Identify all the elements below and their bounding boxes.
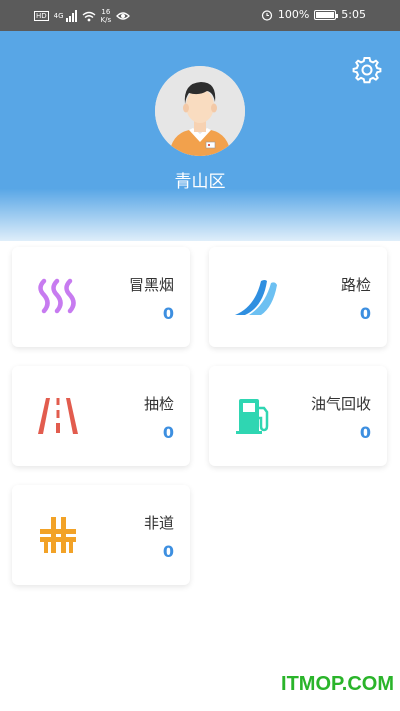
card-count: 0 xyxy=(162,542,174,561)
card-off-road[interactable]: 非道 0 xyxy=(12,485,190,585)
card-label: 抽检 xyxy=(143,395,174,413)
status-left-group: HD 4G 16 K/s xyxy=(34,8,131,24)
card-road-check[interactable]: 路检 0 xyxy=(209,247,387,347)
watermark-logo: ITMOP.COM xyxy=(281,673,394,695)
card-label: 冒黑烟 xyxy=(128,276,174,294)
road-check-icon xyxy=(235,280,277,315)
status-bar: HD 4G 16 K/s 100% 5:05 xyxy=(0,0,400,31)
network-label: 4G xyxy=(53,12,64,20)
off-road-icon xyxy=(40,517,76,553)
gear-icon[interactable] xyxy=(352,55,382,85)
road-lane-icon xyxy=(38,398,78,434)
card-spot-check[interactable]: 抽检 0 xyxy=(12,366,190,466)
card-label: 非道 xyxy=(143,514,174,532)
hd-icon: HD xyxy=(34,11,49,21)
card-black-smoke[interactable]: 冒黑烟 0 xyxy=(12,247,190,347)
card-count: 0 xyxy=(162,423,174,442)
signal-icon xyxy=(65,10,77,22)
card-vapor-recovery[interactable]: 油气回收 0 xyxy=(209,366,387,466)
card-label: 油气回收 xyxy=(310,395,371,413)
alarm-icon xyxy=(261,9,272,21)
district-name: 青山区 xyxy=(174,172,226,192)
battery-icon xyxy=(314,9,339,20)
network-speed: 16 K/s xyxy=(101,8,112,24)
eye-icon xyxy=(116,12,131,20)
battery-percent: 100% xyxy=(277,8,310,21)
user-avatar-icon xyxy=(155,66,245,156)
smoke-icon xyxy=(38,278,76,314)
card-count: 0 xyxy=(359,423,371,442)
profile-header: 青山区 xyxy=(0,31,400,241)
card-label: 路检 xyxy=(340,276,371,294)
clock: 5:05 xyxy=(341,8,366,21)
status-right-group: 100% 5:05 xyxy=(261,8,366,21)
card-count: 0 xyxy=(162,304,174,323)
speed-value: 16 xyxy=(101,8,111,16)
avatar[interactable] xyxy=(155,66,245,156)
speed-unit: K/s xyxy=(100,16,112,24)
fuel-pump-icon xyxy=(236,399,269,434)
card-count: 0 xyxy=(359,304,371,323)
wifi-icon xyxy=(82,11,95,21)
